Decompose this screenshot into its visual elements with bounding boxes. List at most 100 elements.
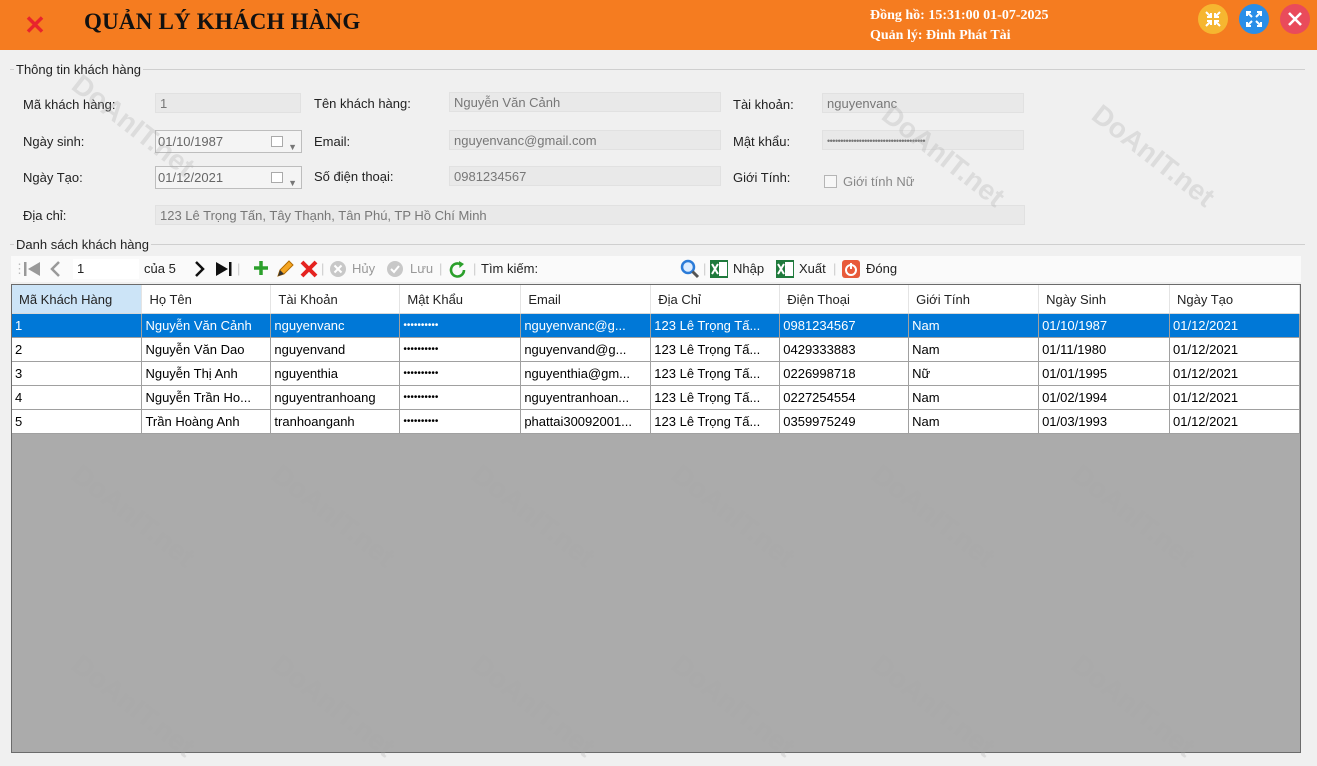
first-record-button[interactable] [21,259,43,285]
account-field[interactable]: nguyenvanc [822,93,1024,113]
column-header[interactable]: Điện Thoại [779,285,910,314]
birth-date-value: 01/10/1987 [158,134,224,149]
table-cell[interactable]: nguyenvanc@g... [520,313,652,338]
export-excel-button[interactable] [775,259,795,285]
table-cell[interactable]: 01/10/1987 [1038,313,1170,338]
table-cell[interactable]: •••••••••• [399,313,522,338]
table-cell[interactable]: 4 [12,385,143,410]
table-cell[interactable]: 01/12/2021 [1169,409,1300,434]
customer-grid[interactable]: Mã Khách Hàng Họ Tên Tài Khoản Mật Khẩu … [11,284,1301,753]
table-cell[interactable]: nguyenvanc [270,313,401,338]
table-row[interactable]: 3 Nguyễn Thị Anh nguyenthia •••••••••• n… [12,361,1300,386]
table-cell[interactable]: nguyenthia@gm... [520,361,652,386]
birth-date-picker[interactable]: 01/10/1987 ▼ [155,130,302,153]
table-cell[interactable]: 0359975249 [779,409,910,434]
column-header[interactable]: Họ Tên [141,285,272,314]
table-cell[interactable]: 2 [12,337,143,362]
table-cell[interactable]: 01/12/2021 [1169,361,1300,386]
table-cell[interactable]: tranhoanganh [270,409,401,434]
column-header[interactable]: Giới Tính [908,285,1040,314]
import-excel-button[interactable] [709,259,729,285]
table-cell[interactable]: 0226998718 [779,361,910,386]
minimize-button[interactable] [1198,4,1228,34]
add-button[interactable] [251,258,271,284]
table-cell[interactable]: 01/02/1994 [1038,385,1170,410]
maximize-button[interactable] [1239,4,1269,34]
cancel-button[interactable] [329,260,347,286]
navigator-toolbar: ⋮ 1 của 5 | | Hủy Lưu | | Tìm kiếm: | Nh… [11,256,1301,282]
table-cell[interactable]: Nguyễn Văn Cảnh [141,313,272,338]
previous-record-button[interactable] [47,259,65,285]
table-cell[interactable]: Nam [908,385,1040,410]
table-cell[interactable]: •••••••••• [399,409,522,434]
table-cell[interactable]: Nguyễn Trần Ho... [141,385,272,410]
next-record-button[interactable] [191,259,209,285]
table-cell[interactable]: Nam [908,337,1040,362]
table-cell[interactable]: nguyenvand@g... [520,337,652,362]
table-cell[interactable]: 0981234567 [779,313,910,338]
delete-button[interactable] [298,258,320,284]
column-header[interactable]: Mật Khẩu [399,285,522,314]
chevron-down-icon: ▼ [288,142,297,152]
position-input[interactable]: 1 [73,259,139,279]
table-row[interactable]: 2 Nguyễn Văn Dao nguyenvand •••••••••• n… [12,337,1300,362]
table-cell[interactable]: 123 Lê Trọng Tấ... [650,313,781,338]
table-cell[interactable]: 01/01/1995 [1038,361,1170,386]
close-x-icon[interactable]: ✕ [22,12,48,38]
column-header[interactable]: Ngày Sinh [1038,285,1170,314]
table-cell[interactable]: Trần Hoàng Anh [141,409,272,434]
created-date-picker[interactable]: 01/12/2021 ▼ [155,166,302,189]
table-cell[interactable]: •••••••••• [399,337,522,362]
column-header[interactable]: Tài Khoản [270,285,401,314]
table-cell[interactable]: 123 Lê Trọng Tấ... [650,361,781,386]
table-cell[interactable]: 01/12/2021 [1169,313,1300,338]
table-cell[interactable]: nguyenthia [270,361,401,386]
refresh-button[interactable] [447,259,469,285]
table-cell[interactable]: nguyentranhoan... [520,385,652,410]
column-header[interactable]: Mã Khách Hàng [12,285,143,314]
search-button[interactable] [679,258,701,284]
password-field[interactable]: ••••••••••••••••••••••••••••••••••••• [822,130,1024,150]
table-cell[interactable]: 123 Lê Trọng Tấ... [650,385,781,410]
last-record-button[interactable] [213,259,235,285]
phone-field[interactable]: 0981234567 [449,166,721,186]
table-cell[interactable]: •••••••••• [399,385,522,410]
save-button[interactable] [386,260,404,286]
table-cell[interactable]: •••••••••• [399,361,522,386]
table-cell[interactable]: Nữ [908,361,1040,386]
table-row[interactable]: 5 Trần Hoàng Anh tranhoanganh ••••••••••… [12,409,1300,434]
table-cell[interactable]: Nam [908,313,1040,338]
column-header[interactable]: Email [520,285,652,314]
customer-name-field[interactable]: Nguyễn Văn Cảnh [449,92,721,112]
customer-id-field[interactable]: 1 [155,93,301,113]
gender-female-checkbox[interactable] [824,175,837,188]
table-cell[interactable]: nguyenvand [270,337,401,362]
table-cell[interactable]: 01/11/1980 [1038,337,1170,362]
table-cell[interactable]: 01/12/2021 [1169,385,1300,410]
table-cell[interactable]: phattai30092001... [520,409,652,434]
table-row[interactable]: 1 Nguyễn Văn Cảnh nguyenvanc •••••••••• … [12,313,1300,338]
table-cell[interactable]: nguyentranhoang [270,385,401,410]
table-cell[interactable]: 5 [12,409,143,434]
table-cell[interactable]: 0227254554 [779,385,910,410]
search-input[interactable] [545,259,675,279]
address-field[interactable]: 123 Lê Trọng Tấn, Tây Thạnh, Tân Phú, TP… [155,205,1025,225]
column-header[interactable]: Địa Chỉ [650,285,781,314]
table-cell[interactable]: 1 [12,313,143,338]
table-cell[interactable]: 3 [12,361,143,386]
table-cell[interactable]: 123 Lê Trọng Tấ... [650,409,781,434]
email-field[interactable]: nguyenvanc@gmail.com [449,130,721,150]
table-cell[interactable]: 0429333883 [779,337,910,362]
close-form-button[interactable] [841,259,861,285]
table-cell[interactable]: Nam [908,409,1040,434]
column-header[interactable]: Ngày Tạo [1169,285,1300,314]
edit-button[interactable] [274,258,296,284]
table-cell[interactable]: Nguyễn Thị Anh [141,361,272,386]
window-close-button[interactable] [1280,4,1310,34]
email-label: Email: [314,134,351,149]
table-cell[interactable]: 01/03/1993 [1038,409,1170,434]
table-cell[interactable]: Nguyễn Văn Dao [141,337,272,362]
table-cell[interactable]: 123 Lê Trọng Tấ... [650,337,781,362]
table-row[interactable]: 4 Nguyễn Trần Ho... nguyentranhoang ••••… [12,385,1300,410]
table-cell[interactable]: 01/12/2021 [1169,337,1300,362]
